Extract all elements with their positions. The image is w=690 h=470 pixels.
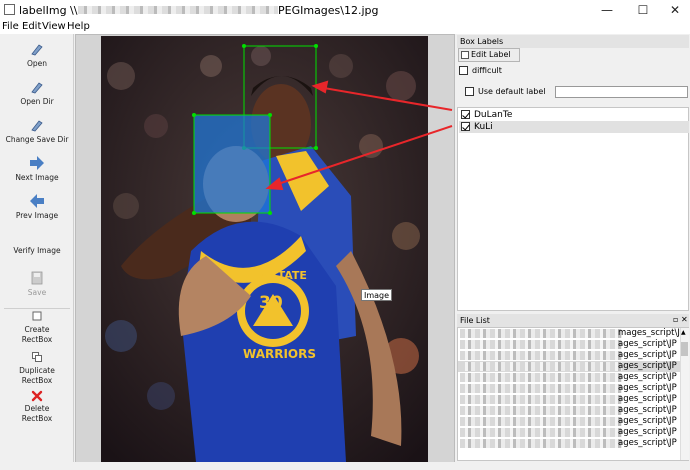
close-button[interactable]: ✕ <box>659 0 690 20</box>
redacted-path <box>460 428 622 437</box>
file-list-title: File List <box>457 314 689 327</box>
toolbar-divider <box>4 308 70 309</box>
file-row[interactable]: ages_script\JP <box>458 394 688 405</box>
label-item-dulante[interactable]: DuLanTe <box>459 109 689 121</box>
redacted-path <box>460 329 622 338</box>
jersey-wordmark-text: WARRIORS <box>243 347 316 361</box>
status-bar <box>0 462 690 470</box>
redacted-path <box>460 395 622 404</box>
dock-close-icon[interactable]: ✕ <box>681 315 688 324</box>
file-row[interactable]: mages_script\JP <box>458 328 688 339</box>
verify-image-button[interactable]: Verify Image <box>0 246 74 256</box>
use-default-label-checkbox[interactable] <box>465 87 474 96</box>
menu-view[interactable]: View <box>42 21 66 32</box>
redacted-path <box>460 351 622 360</box>
arrow-left-icon <box>30 194 44 208</box>
file-row[interactable]: ages_script\JP <box>458 438 688 449</box>
label-name: DuLanTe <box>474 110 513 120</box>
file-row[interactable]: ages_script\JP <box>458 383 688 394</box>
open-dir-icon <box>31 82 43 94</box>
delete-icon <box>31 390 43 402</box>
save-label: Save <box>27 288 47 297</box>
jersey-number-text: 30 <box>259 293 283 313</box>
edit-label-button[interactable]: Edit Label <box>458 48 520 62</box>
file-row[interactable]: ages_script\JP <box>458 350 688 361</box>
file-row[interactable]: ages_script\JP <box>458 405 688 416</box>
redacted-path <box>78 6 278 14</box>
open-label: Open <box>26 59 48 68</box>
maximize-button[interactable]: ☐ <box>627 0 659 20</box>
dock-float-icon[interactable]: ▫ <box>673 315 678 324</box>
open-dir-label: Open Dir <box>20 97 54 106</box>
redacted-path <box>460 439 622 448</box>
window-title-file: PEGImages\12.jpg <box>278 4 379 17</box>
label-list[interactable]: DuLanTe KuLi <box>457 107 689 311</box>
duplicate-rectbox-icon <box>32 352 42 362</box>
window-title: labelImg \\ <box>19 4 78 17</box>
redacted-path <box>460 417 622 426</box>
open-icon <box>31 44 43 56</box>
scroll-up-icon[interactable]: ▲ <box>681 329 686 336</box>
redacted-path <box>460 384 622 393</box>
menu-edit[interactable]: Edit <box>22 21 41 32</box>
create-rectbox-label-1: Create <box>24 325 50 334</box>
prev-image-button[interactable]: Prev Image <box>0 194 74 221</box>
label-checkbox-kuli[interactable] <box>461 122 470 131</box>
file-row-selected[interactable]: ages_script\JP <box>458 361 688 372</box>
edit-label-text: Edit Label <box>471 50 511 59</box>
duplicate-rectbox-label-2: RectBox <box>21 375 53 385</box>
file-row[interactable]: ages_script\JP <box>458 372 688 383</box>
box-labels-title: Box Labels <box>457 35 689 48</box>
default-label-input[interactable] <box>555 86 688 98</box>
label-item-kuli[interactable]: KuLi <box>459 121 689 133</box>
open-dir-button[interactable]: Open Dir <box>0 80 74 107</box>
menu-bar <box>0 20 690 34</box>
difficult-checkbox[interactable] <box>459 66 468 75</box>
app-icon <box>4 4 15 15</box>
file-list[interactable]: mages_script\JP ages_script\JP ages_scri… <box>457 327 689 461</box>
create-rectbox-label-2: RectBox <box>21 334 53 344</box>
create-rectbox-button[interactable]: Create RectBox <box>0 311 74 344</box>
change-save-dir-icon <box>31 120 43 132</box>
delete-rectbox-button[interactable]: Delete RectBox <box>0 390 74 423</box>
next-image-label: Next Image <box>15 173 59 182</box>
save-icon <box>31 271 43 285</box>
file-row[interactable]: ages_script\JP <box>458 416 688 427</box>
image-canvas[interactable]: DEN STATE 30 WARRIORS <box>101 36 428 462</box>
open-button[interactable]: Open <box>0 42 74 69</box>
prev-image-label: Prev Image <box>15 211 59 220</box>
label-name: KuLi <box>474 122 493 132</box>
redacted-path <box>460 362 622 371</box>
image-tooltip: Image <box>361 289 393 301</box>
duplicate-rectbox-label-1: Duplicate <box>19 366 55 375</box>
file-row[interactable]: ages_script\JP <box>458 339 688 350</box>
delete-rectbox-label-2: RectBox <box>21 413 53 423</box>
save-button[interactable]: Save <box>0 271 74 298</box>
verify-image-label: Verify Image <box>13 246 61 255</box>
menu-help[interactable]: Help <box>67 21 90 32</box>
file-row[interactable]: ages_script\JP <box>458 427 688 438</box>
basketball-photo: DEN STATE 30 WARRIORS <box>101 36 428 462</box>
redacted-path <box>460 340 622 349</box>
difficult-label: difficult <box>472 66 502 75</box>
change-save-dir-button[interactable]: Change Save Dir <box>0 118 74 145</box>
menu-file[interactable]: File <box>2 21 19 32</box>
edit-icon <box>461 51 469 59</box>
redacted-path <box>460 406 622 415</box>
delete-rectbox-label-1: Delete <box>24 404 50 413</box>
label-checkbox-dulante[interactable] <box>461 110 470 119</box>
jersey-team-text: DEN STATE <box>240 269 307 282</box>
toolbar: Open Open Dir Change Save Dir Next Image… <box>0 34 74 464</box>
redacted-path <box>460 373 622 382</box>
duplicate-rectbox-button[interactable]: Duplicate RectBox <box>0 352 74 385</box>
minimize-button[interactable]: — <box>591 0 623 20</box>
change-save-dir-label: Change Save Dir <box>5 135 69 144</box>
use-default-label-text: Use default label <box>478 87 546 96</box>
create-rectbox-icon <box>32 311 42 321</box>
next-image-button[interactable]: Next Image <box>0 156 74 183</box>
scrollbar-thumb[interactable] <box>681 342 688 356</box>
arrow-right-icon <box>30 156 44 170</box>
